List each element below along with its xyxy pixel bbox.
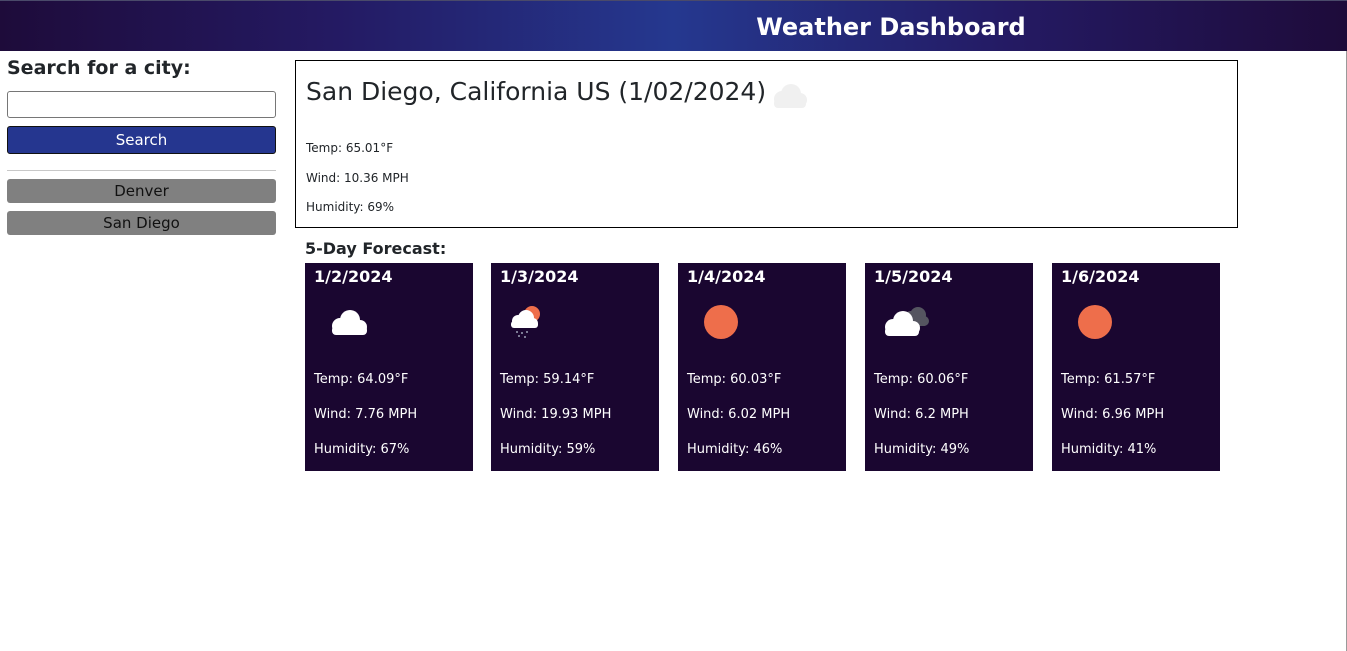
sun-rain-cloud-icon (511, 306, 540, 338)
forecast-wind: Wind: 7.76 MPH (314, 407, 418, 422)
forecast-temp: Temp: 60.06°F (874, 372, 969, 387)
current-humidity: Humidity: 69% (306, 200, 395, 214)
forecast-humidity: Humidity: 59% (500, 442, 596, 457)
cloud-icon (774, 84, 807, 108)
city-search-input[interactable] (7, 91, 276, 118)
sidebar-divider (7, 170, 276, 171)
forecast-temp: Temp: 61.57°F (1061, 372, 1156, 387)
forecast-temp: Temp: 60.03°F (687, 372, 782, 387)
page-title: Weather Dashboard (756, 13, 1026, 41)
search-button[interactable]: Search (7, 126, 276, 154)
forecast-title: 5-Day Forecast: (305, 239, 447, 258)
forecast-humidity: Humidity: 41% (1061, 442, 1157, 457)
history-button-san-diego[interactable]: San Diego (7, 211, 276, 235)
forecast-card: 1/2/2024 Temp: 64.09°F Wind: 7.76 MPH Hu… (305, 263, 473, 471)
current-temp: Temp: 65.01°F (306, 141, 394, 155)
forecast-date: 1/4/2024 (687, 267, 766, 286)
forecast-humidity: Humidity: 67% (314, 442, 410, 457)
broken-clouds-icon (885, 307, 929, 336)
sun-icon (1078, 305, 1112, 339)
cloud-icon (332, 310, 367, 335)
forecast-card: 1/4/2024 Temp: 60.03°F Wind: 6.02 MPH Hu… (678, 263, 846, 471)
current-weather-panel: San Diego, California US (1/02/2024) Tem… (295, 60, 1238, 228)
forecast-wind: Wind: 6.96 MPH (1061, 407, 1165, 422)
app-header: Weather Dashboard (0, 0, 1347, 51)
forecast-temp: Temp: 59.14°F (500, 372, 595, 387)
search-heading: Search for a city: (7, 57, 191, 79)
forecast-date: 1/3/2024 (500, 267, 579, 286)
sidebar: Search for a city: Search Denver San Die… (7, 55, 276, 235)
forecast-card: 1/5/2024 Temp: 60.06°F Wind: 6.2 MPH Hum… (865, 263, 1033, 471)
forecast-date: 1/6/2024 (1061, 267, 1140, 286)
forecast-card: 1/6/2024 Temp: 61.57°F Wind: 6.96 MPH Hu… (1052, 263, 1220, 471)
forecast-date: 1/2/2024 (314, 267, 393, 286)
forecast-humidity: Humidity: 49% (874, 442, 970, 457)
forecast-wind: Wind: 6.2 MPH (874, 407, 969, 422)
sun-icon (704, 305, 738, 339)
history-button-denver[interactable]: Denver (7, 179, 276, 203)
forecast-card: 1/3/2024 Temp: 59.14°F Wind: 19.93 MPH H… (491, 263, 659, 471)
forecast-wind: Wind: 6.02 MPH (687, 407, 791, 422)
forecast-wind: Wind: 19.93 MPH (500, 407, 612, 422)
forecast-temp: Temp: 64.09°F (314, 372, 409, 387)
current-city-title: San Diego, California US (1/02/2024) (306, 77, 767, 106)
forecast-humidity: Humidity: 46% (687, 442, 783, 457)
current-wind: Wind: 10.36 MPH (306, 171, 409, 185)
forecast-date: 1/5/2024 (874, 267, 953, 286)
